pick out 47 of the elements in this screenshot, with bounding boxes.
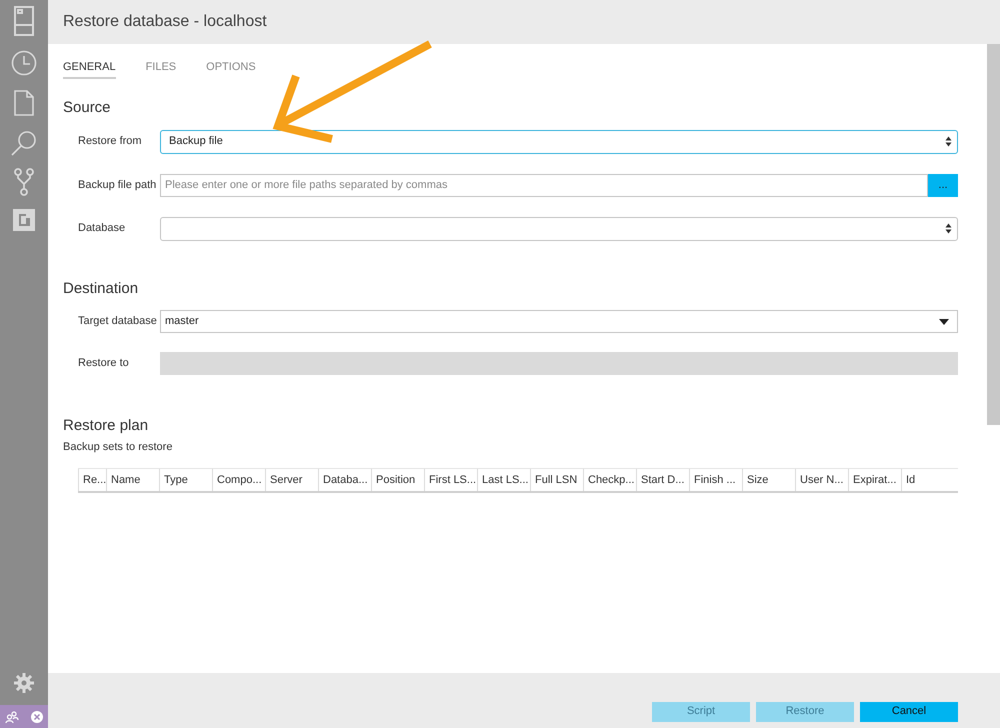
column-header[interactable]: Finish ... — [689, 469, 742, 491]
column-header[interactable]: Expirat... — [848, 469, 901, 491]
select-field[interactable]: Backup file — [160, 130, 958, 154]
section-heading: Restore plan — [63, 416, 150, 436]
field-label: Restore from — [77, 134, 143, 150]
tab[interactable]: OPTIONS — [206, 59, 256, 79]
section-subtitle: Backup sets to restore — [63, 440, 174, 454]
search-icon[interactable] — [11, 130, 37, 156]
column-header[interactable]: Id — [901, 469, 958, 491]
window-title: Restore database - localhost — [63, 12, 267, 32]
field-label: Restore to — [77, 356, 130, 372]
footer-button[interactable]: Cancel — [860, 702, 958, 722]
stepper-icon — [945, 223, 952, 234]
column-header[interactable]: Full LSN — [530, 469, 583, 491]
column-header[interactable]: First LS... — [424, 469, 477, 491]
column-header[interactable]: User N... — [795, 469, 848, 491]
stepper-icon — [945, 136, 952, 147]
column-header[interactable]: Position — [371, 469, 424, 491]
close-icon[interactable] — [31, 710, 43, 722]
dropdown-field[interactable]: master — [160, 310, 958, 333]
field-label: Backup file path — [77, 178, 158, 193]
column-header[interactable]: Last LS... — [477, 469, 530, 491]
server-icon[interactable] — [13, 6, 35, 36]
section-heading: Destination — [63, 278, 140, 298]
tab[interactable]: FILES — [146, 59, 176, 79]
field-label: Database — [77, 221, 126, 236]
field-label: Target database — [77, 314, 158, 330]
select-field[interactable] — [160, 216, 958, 240]
path-input[interactable]: Please enter one or more file paths separated by commas — [160, 174, 928, 196]
column-header[interactable]: Start D... — [636, 469, 689, 491]
column-header[interactable]: Server — [265, 469, 318, 491]
column-header[interactable]: Compo... — [212, 469, 265, 491]
document-icon[interactable] — [14, 90, 34, 116]
branch-icon[interactable] — [14, 168, 34, 196]
section-heading: Source — [63, 98, 112, 118]
column-header[interactable]: Type — [159, 469, 212, 491]
column-header[interactable]: Checkp... — [583, 469, 636, 491]
column-header[interactable]: Databa... — [318, 469, 371, 491]
column-header[interactable]: Re... — [78, 469, 106, 491]
clock-icon[interactable] — [11, 50, 37, 76]
caret-icon — [939, 318, 949, 324]
column-header[interactable]: Size — [742, 469, 795, 491]
users-icon[interactable] — [5, 710, 19, 724]
browse-button[interactable]: ... — [928, 174, 958, 196]
column-header[interactable]: Name — [106, 469, 159, 491]
puzzle-icon[interactable] — [12, 208, 36, 232]
tab[interactable]: GENERAL — [63, 59, 116, 79]
